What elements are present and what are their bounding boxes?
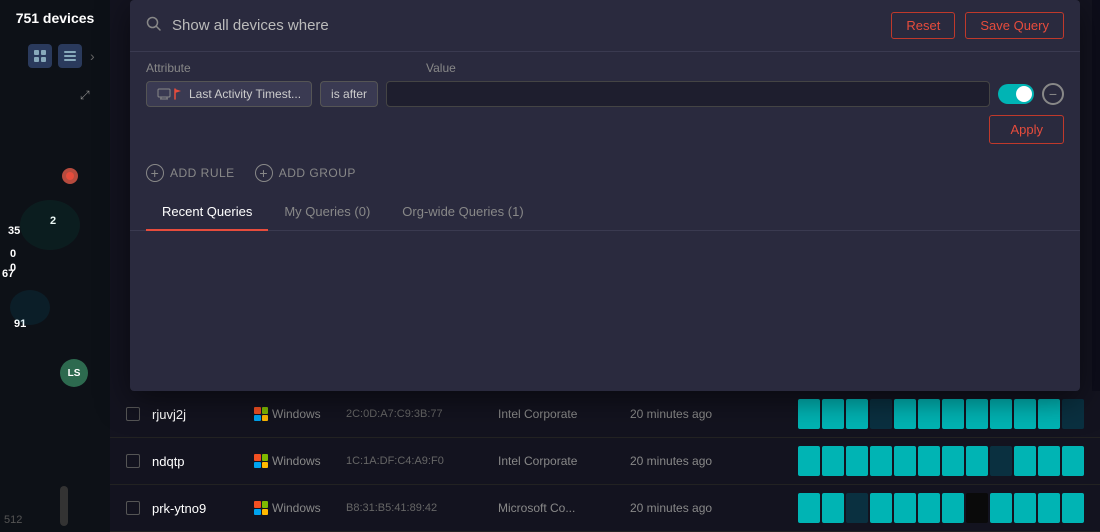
table-row[interactable]: prk-ytno9 Windows B8:31:B5:41:89:42 Micr… xyxy=(110,485,1100,532)
apply-button-row: Apply xyxy=(130,115,1080,156)
row-checkbox[interactable] xyxy=(126,454,140,468)
operator-pill[interactable]: is after xyxy=(320,81,378,107)
value-input[interactable] xyxy=(386,81,990,107)
windows-icon xyxy=(254,454,268,468)
heatmap xyxy=(798,399,1084,429)
windows-icon xyxy=(254,407,268,421)
table-row[interactable]: rjuvj2j Windows 2C:0D:A7:C9:3B:77 Intel … xyxy=(110,391,1100,438)
apply-button[interactable]: Apply xyxy=(989,115,1064,144)
map-blob xyxy=(10,290,50,325)
avatar[interactable]: LS xyxy=(60,359,88,387)
windows-icon xyxy=(254,501,268,515)
device-os: Windows xyxy=(254,454,334,468)
expand-icon[interactable]: ⤢ xyxy=(80,88,90,103)
device-os: Windows xyxy=(254,501,334,515)
heatmap xyxy=(798,493,1084,523)
alert-dot xyxy=(62,168,78,184)
bottom-count: 512 xyxy=(4,514,22,526)
device-mac: 2C:0D:A7:C9:3B:77 xyxy=(346,408,486,420)
device-org: Microsoft Co... xyxy=(498,501,618,515)
filter-labels: Attribute Value xyxy=(130,52,1080,75)
device-mac: 1C:1A:DF:C4:A9:F0 xyxy=(346,455,486,467)
search-bar: Show all devices where Reset Save Query xyxy=(130,0,1080,52)
query-content-area xyxy=(130,231,1080,391)
table-row[interactable]: ndqtp Windows 1C:1A:DF:C4:A9:F0 Intel Co… xyxy=(110,438,1100,485)
add-group-icon: + xyxy=(255,164,273,182)
expand-arrow-icon[interactable]: › xyxy=(90,48,95,64)
attribute-label: Attribute xyxy=(146,60,226,75)
attribute-pill[interactable]: Last Activity Timest... xyxy=(146,81,312,107)
device-mac: B8:31:B5:41:89:42 xyxy=(346,502,486,514)
query-tabs: Recent Queries My Queries (0) Org-wide Q… xyxy=(130,194,1080,231)
cluster-label: 0 xyxy=(10,248,16,260)
device-time: 20 minutes ago xyxy=(630,407,730,421)
save-query-button[interactable]: Save Query xyxy=(965,12,1064,39)
add-rule-icon: + xyxy=(146,164,164,182)
search-icon xyxy=(146,16,162,35)
row-checkbox[interactable] xyxy=(126,407,140,421)
tab-org-queries[interactable]: Org-wide Queries (1) xyxy=(386,194,539,231)
attribute-text: Last Activity Timest... xyxy=(189,87,301,101)
cluster-label: 67 xyxy=(2,268,14,280)
map-blob xyxy=(20,200,80,250)
device-os: Windows xyxy=(254,407,334,421)
search-text[interactable]: Show all devices where xyxy=(172,17,881,34)
add-group-label: ADD GROUP xyxy=(279,166,356,180)
filter-toggle[interactable] xyxy=(998,84,1034,104)
reset-button[interactable]: Reset xyxy=(891,12,955,39)
header-actions: Reset Save Query xyxy=(891,12,1064,39)
add-group-button[interactable]: + ADD GROUP xyxy=(255,164,356,182)
tab-my-queries[interactable]: My Queries (0) xyxy=(268,194,386,231)
heatmap xyxy=(798,446,1084,476)
filter-row: Last Activity Timest... is after − xyxy=(130,75,1080,115)
scroll-indicator xyxy=(60,486,68,526)
query-panel: Show all devices where Reset Save Query … xyxy=(130,0,1080,391)
add-rule-button[interactable]: + ADD RULE xyxy=(146,164,235,182)
device-time: 20 minutes ago xyxy=(630,454,730,468)
device-org: Intel Corporate xyxy=(498,454,618,468)
device-list: rjuvj2j Windows 2C:0D:A7:C9:3B:77 Intel … xyxy=(110,391,1100,532)
page-title: 751 devices xyxy=(0,10,110,26)
device-name: prk-ytno9 xyxy=(152,501,242,516)
value-label: Value xyxy=(426,60,456,75)
pill-icons xyxy=(157,88,183,100)
cluster-label: 35 xyxy=(8,225,20,237)
map-content: 751 devices › ⤢ 35 2 0 0 67 91 xyxy=(0,0,110,532)
add-rule-label: ADD RULE xyxy=(170,166,235,180)
grid-icon[interactable] xyxy=(28,44,52,68)
row-checkbox[interactable] xyxy=(126,501,140,515)
add-row: + ADD RULE + ADD GROUP xyxy=(130,156,1080,194)
device-time: 20 minutes ago xyxy=(630,501,730,515)
operator-text: is after xyxy=(331,87,367,101)
list-icon[interactable] xyxy=(58,44,82,68)
remove-rule-button[interactable]: − xyxy=(1042,83,1064,105)
device-name: ndqtp xyxy=(152,454,242,469)
device-org: Intel Corporate xyxy=(498,407,618,421)
device-name: rjuvj2j xyxy=(152,407,242,422)
tab-recent-queries[interactable]: Recent Queries xyxy=(146,194,268,231)
